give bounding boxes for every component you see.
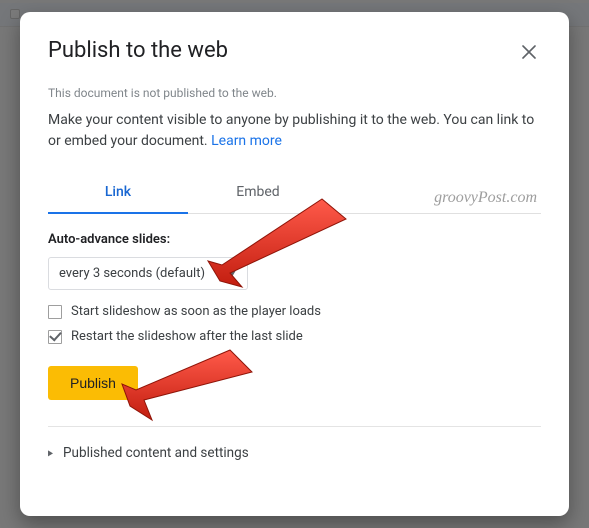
learn-more-link[interactable]: Learn more xyxy=(211,133,282,149)
close-icon[interactable] xyxy=(517,40,541,64)
restart-after-last-label: Restart the slideshow after the last sli… xyxy=(71,329,303,344)
auto-advance-select[interactable]: every 3 seconds (default) ▼ xyxy=(48,257,248,290)
restart-after-last-checkbox[interactable] xyxy=(48,330,62,344)
checkbox-row-start: Start slideshow as soon as the player lo… xyxy=(48,304,541,319)
auto-advance-label: Auto-advance slides: xyxy=(48,232,541,247)
published-content-expander[interactable]: ▸ Published content and settings xyxy=(48,445,541,461)
start-on-load-checkbox[interactable] xyxy=(48,305,62,319)
auto-advance-value: every 3 seconds (default) xyxy=(59,266,205,281)
watermark-text: groovyPost.com xyxy=(434,189,537,207)
tab-link[interactable]: Link xyxy=(48,174,188,214)
expand-caret-icon: ▸ xyxy=(48,446,53,459)
description-text: Make your content visible to anyone by p… xyxy=(48,112,534,149)
dialog-title: Publish to the web xyxy=(48,38,228,63)
dialog-header: Publish to the web xyxy=(48,38,541,64)
checkbox-row-restart: Restart the slideshow after the last sli… xyxy=(48,329,541,344)
tab-embed[interactable]: Embed xyxy=(188,174,328,213)
tab-bar: Link Embed groovyPost.com xyxy=(48,174,541,214)
start-on-load-label: Start slideshow as soon as the player lo… xyxy=(71,304,321,319)
publish-dialog: Publish to the web This document is not … xyxy=(20,12,569,516)
publish-button[interactable]: Publish xyxy=(48,366,138,400)
divider xyxy=(48,426,541,427)
chevron-down-icon: ▼ xyxy=(227,268,238,279)
dialog-description: Make your content visible to anyone by p… xyxy=(48,110,541,152)
expand-label: Published content and settings xyxy=(63,445,249,461)
publish-status-text: This document is not published to the we… xyxy=(48,86,541,100)
